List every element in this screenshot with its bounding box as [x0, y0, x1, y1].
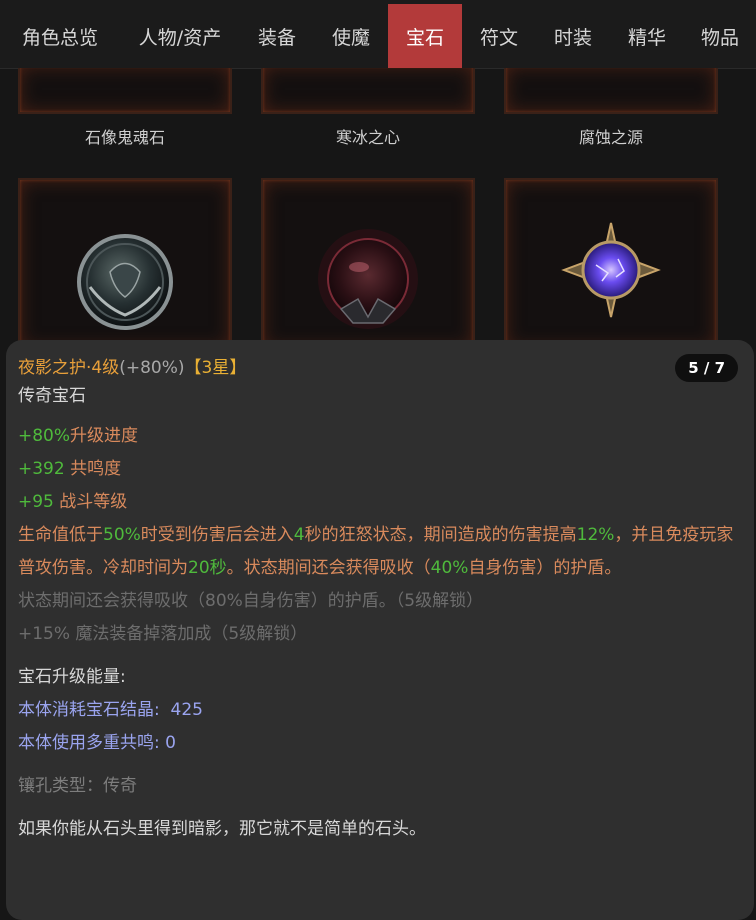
frost-heart-gem-icon [318, 229, 418, 329]
desc-text: 时受到伤害后会进入 [140, 525, 294, 545]
desc-value: 50% [103, 525, 141, 545]
gem-slot[interactable] [504, 68, 718, 114]
stat-value: +80% [18, 426, 71, 446]
locked-effect: 状态期间还会获得吸收（80%自身伤害）的护盾。（5级解锁） [18, 591, 484, 611]
energy-resonance-line: 本体使用多重共鸣: 0 [18, 727, 740, 760]
gem-slot[interactable] [261, 178, 475, 348]
gem-slot[interactable] [261, 68, 475, 114]
tab-bar: 角色总览 人物/资产 装备 使魔 宝石 符文 时装 精华 物品 [0, 0, 756, 69]
tab-runes[interactable]: 符文 [462, 4, 536, 68]
energy-crystal-line: 本体消耗宝石结晶: 425 [18, 694, 740, 727]
energy-value: 0 [165, 733, 176, 753]
stat-line: +80%升级进度 [18, 420, 740, 453]
desc-value: 12% [576, 525, 615, 545]
gem-bonus: (+80%) [119, 358, 185, 378]
tab-essence[interactable]: 精华 [610, 4, 684, 68]
gem-slot[interactable] [18, 178, 232, 348]
tab-character-assets[interactable]: 人物/资产 [120, 4, 240, 68]
gem-grid: 石像鬼魂石 寒冰之心 腐蚀之源 [0, 68, 756, 348]
energy-value: 425 [170, 700, 203, 720]
desc-value: 40% [430, 558, 469, 578]
stat-label: 共鸣度 [64, 459, 122, 479]
tab-fashion[interactable]: 时装 [536, 4, 610, 68]
flavor-text: 如果你能从石头里得到暗影，那它就不是简单的石头。 [18, 819, 426, 839]
stat-line: +392 共鸣度 [18, 453, 740, 486]
stat-line: +95 战斗等级 [18, 486, 740, 519]
gem-stars: 【3星】 [184, 358, 247, 378]
gem-effect-description: 生命值低于50%时受到伤害后会进入4秒的狂怒状态，期间造成的伤害提高12%，并且… [18, 519, 740, 585]
desc-text: 自身伤害）的护盾。 [468, 558, 622, 578]
stat-value: +392 [18, 459, 65, 479]
gem-slot[interactable] [504, 178, 718, 348]
socket-type: 镶孔类型：传奇 [18, 776, 137, 796]
tab-overview[interactable]: 角色总览 [0, 4, 120, 68]
gem-title: 夜影之护·4级(+80%)【3星】 [18, 354, 740, 382]
tab-familiar[interactable]: 使魔 [314, 4, 388, 68]
stat-label: 升级进度 [70, 426, 139, 446]
gargoyle-gem-icon [77, 234, 173, 330]
gem-tooltip: 5 / 7 夜影之护·4级(+80%)【3星】 传奇宝石 +80%升级进度 +3… [6, 340, 754, 920]
gem-name: 寒冰之心 [335, 128, 400, 147]
energy-label: 本体使用多重共鸣: [18, 733, 160, 753]
energy-label: 本体消耗宝石结晶: [18, 700, 160, 720]
desc-text: 生命值低于 [18, 525, 103, 545]
locked-effect: +15% 魔法装备掉落加成（5级解锁） [18, 624, 308, 644]
energy-title: 宝石升级能量: [18, 667, 126, 687]
corruption-source-gem-icon [561, 222, 661, 318]
desc-text: 秒的狂怒状态，期间造成的伤害提高 [304, 525, 577, 545]
tab-items[interactable]: 物品 [684, 4, 756, 68]
stat-label: 战斗等级 [53, 492, 128, 512]
gem-name: 夜影之护·4级 [18, 358, 120, 378]
gem-name: 腐蚀之源 [578, 128, 643, 147]
tab-gems[interactable]: 宝石 [388, 4, 462, 68]
gem-name: 石像鬼魂石 [84, 128, 165, 147]
stat-value: +95 [18, 492, 54, 512]
desc-value: 20秒 [188, 558, 227, 578]
tab-equipment[interactable]: 装备 [240, 4, 314, 68]
gem-slot[interactable] [18, 68, 232, 114]
page-counter: 5 / 7 [675, 354, 738, 382]
desc-text: 。状态期间还会获得吸收（ [226, 558, 431, 578]
desc-value: 4 [293, 525, 305, 545]
gem-type: 传奇宝石 [18, 386, 86, 406]
